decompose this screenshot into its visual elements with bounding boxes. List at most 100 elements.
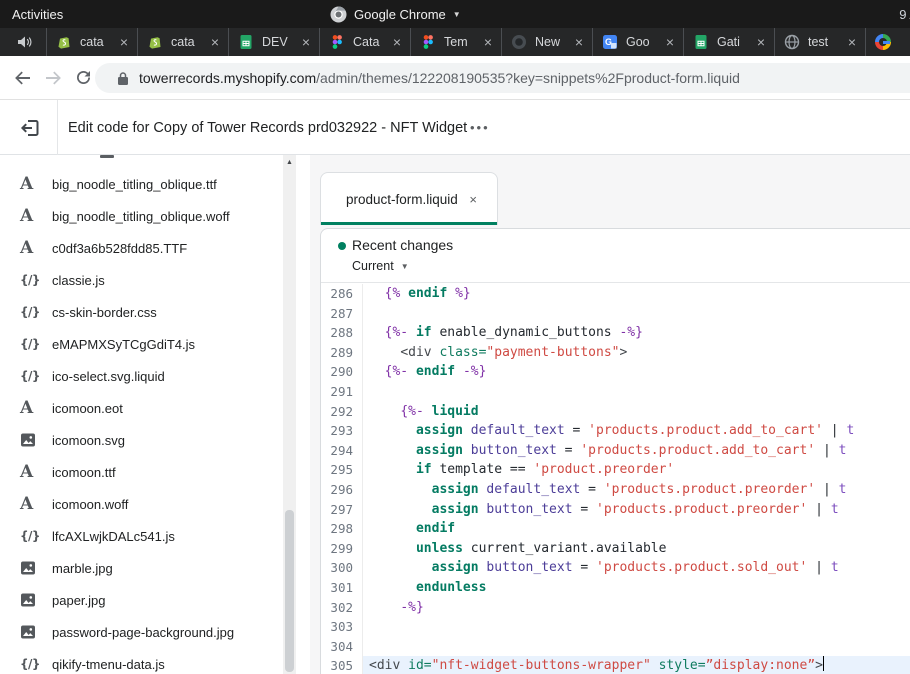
line-number: 302 (321, 598, 363, 618)
code-line[interactable]: 300 assign button_text = 'products.produ… (321, 558, 910, 578)
line-text: {%- if enable_dynamic_buttons -%} (363, 323, 643, 343)
more-actions-button[interactable]: ••• (470, 100, 490, 155)
clock[interactable]: 9 A (899, 7, 910, 22)
os-top-bar: Activities Google Chrome ▼ 9 A (0, 0, 910, 28)
code-line[interactable]: 293 assign default_text = 'products.prod… (321, 421, 910, 441)
file-name: classie.js (52, 273, 105, 288)
exit-code-editor-button[interactable] (18, 116, 42, 140)
file-item[interactable]: {/}cs-skin-border.css (0, 296, 283, 328)
tab-close-icon[interactable]: × (575, 35, 583, 49)
code-file-icon: {/} (20, 273, 46, 287)
file-list: Abig_noodle_titling_oblique.ttfAbig_nood… (0, 168, 283, 674)
file-item[interactable]: Abig_noodle_titling_oblique.ttf (0, 168, 283, 200)
tab-close-icon[interactable]: × (211, 35, 219, 49)
browser-tab[interactable]: Tem× (410, 28, 501, 56)
code-editor[interactable]: 286 {% endif %}287288 {%- if enable_dyna… (321, 284, 910, 674)
tab-close-icon[interactable]: × (757, 35, 765, 49)
file-name: paper.jpg (52, 593, 106, 608)
browser-tab[interactable]: DEV× (228, 28, 319, 56)
tab-close-icon[interactable]: × (120, 35, 128, 49)
shopify-favicon-icon (56, 34, 72, 50)
reload-button[interactable] (68, 63, 98, 93)
browser-tab[interactable]: GGoo× (592, 28, 683, 56)
code-line[interactable]: 296 assign default_text = 'products.prod… (321, 480, 910, 500)
file-item[interactable]: paper.jpg (0, 584, 283, 616)
file-name: lfcAXLwjkDALc541.js (52, 529, 175, 544)
forward-button[interactable] (38, 63, 68, 93)
code-line[interactable]: 305<div id="nft-widget-buttons-wrapper" … (321, 656, 910, 674)
tab-close-icon[interactable]: × (393, 35, 401, 49)
file-item[interactable]: icomoon.svg (0, 424, 283, 456)
file-item[interactable]: Abig_noodle_titling_oblique.woff (0, 200, 283, 232)
line-number: 303 (321, 617, 363, 637)
browser-tab[interactable]: test× (774, 28, 865, 56)
code-line[interactable]: 291 (321, 382, 910, 402)
code-line[interactable]: 288 {%- if enable_dynamic_buttons -%} (321, 323, 910, 343)
image-file-icon (20, 432, 46, 448)
figma-favicon-icon (329, 34, 345, 50)
tab-close-icon[interactable]: × (302, 35, 310, 49)
code-line[interactable]: 299 unless current_variant.available (321, 539, 910, 559)
file-item[interactable]: {/}ico-select.svg.liquid (0, 360, 283, 392)
file-item[interactable]: Aicomoon.woff (0, 488, 283, 520)
back-button[interactable] (8, 63, 38, 93)
code-line[interactable]: 290 {%- endif -%} (321, 362, 910, 382)
code-line[interactable]: 287 (321, 304, 910, 324)
code-line[interactable]: 297 assign button_text = 'products.produ… (321, 500, 910, 520)
browser-tab[interactable]: Cata× (319, 28, 410, 56)
file-name: marble.jpg (52, 561, 113, 576)
code-line[interactable]: 304 (321, 637, 910, 657)
file-item[interactable]: {/} classie.js (0, 264, 283, 296)
code-line[interactable]: 302 -%} (321, 598, 910, 618)
activities-button[interactable]: Activities (12, 7, 63, 22)
sidebar-scrollbar[interactable]: ▲ (283, 155, 296, 674)
editor-tab-product-form[interactable]: product-form.liquid × (320, 172, 498, 225)
file-item[interactable]: {/}qikify-tmenu-data.js (0, 648, 283, 674)
code-line[interactable]: 294 assign button_text = 'products.produ… (321, 441, 910, 461)
tab-close-icon[interactable]: × (848, 35, 856, 49)
browser-tab[interactable]: cata × (137, 28, 228, 56)
lock-icon[interactable] (117, 71, 129, 86)
address-bar[interactable]: towerrecords.myshopify.com/admin/themes/… (95, 63, 910, 93)
code-line[interactable]: 295 if template == 'product.preorder' (321, 460, 910, 480)
font-file-icon: A (20, 464, 46, 481)
editor-card: Recent changes Current ▼ 286 {% endif %}… (320, 228, 910, 674)
chrome-icon (330, 6, 347, 23)
line-number: 297 (321, 500, 363, 520)
browser-tab[interactable] (865, 28, 910, 56)
editor-tab-close-icon[interactable]: × (469, 192, 477, 207)
tab-close-icon[interactable]: × (484, 35, 492, 49)
browser-tab[interactable]: cata× (46, 28, 137, 56)
file-name: c0df3a6b528fdd85.TTF (52, 241, 187, 256)
code-line[interactable]: 303 (321, 617, 910, 637)
code-line[interactable]: 286 {% endif %} (321, 284, 910, 304)
file-item[interactable]: Aicomoon.ttf (0, 456, 283, 488)
line-number: 291 (321, 382, 363, 402)
browser-tab[interactable]: New× (501, 28, 592, 56)
scroll-up-icon[interactable]: ▲ (283, 159, 296, 166)
tab-label: cata (171, 35, 203, 49)
code-line[interactable]: 301 endunless (321, 578, 910, 598)
line-number: 296 (321, 480, 363, 500)
tab-close-icon[interactable]: × (666, 35, 674, 49)
file-item[interactable]: Ac0df3a6b528fdd85.TTF (0, 232, 283, 264)
active-app-menu[interactable]: Google Chrome ▼ (330, 6, 461, 23)
file-item[interactable]: {/}lfcAXLwjkDALc541.js (0, 520, 283, 552)
screen: Activities Google Chrome ▼ 9 A cata×cata… (0, 0, 910, 674)
scrollbar-thumb[interactable] (285, 510, 294, 672)
file-item[interactable]: {/}eMAPMXSyTCgGdiT4.js (0, 328, 283, 360)
code-line[interactable]: 298 endif (321, 519, 910, 539)
code-line[interactable]: 292 {%- liquid (321, 402, 910, 422)
file-name: password-page-background.jpg (52, 625, 234, 640)
file-item[interactable]: marble.jpg (0, 552, 283, 584)
audio-indicator-icon[interactable] (14, 35, 36, 49)
line-text: {% endif %} (363, 284, 471, 304)
file-item[interactable]: Aicomoon.eot (0, 392, 283, 424)
version-dropdown[interactable]: Current ▼ (352, 259, 409, 273)
line-text: unless current_variant.available (363, 539, 666, 559)
file-item[interactable]: password-page-background.jpg (0, 616, 283, 648)
code-line[interactable]: 289 <div class="payment-buttons"> (321, 343, 910, 363)
browser-tab[interactable]: Gati× (683, 28, 774, 56)
sheets-favicon-icon (238, 34, 254, 50)
line-number: 293 (321, 421, 363, 441)
